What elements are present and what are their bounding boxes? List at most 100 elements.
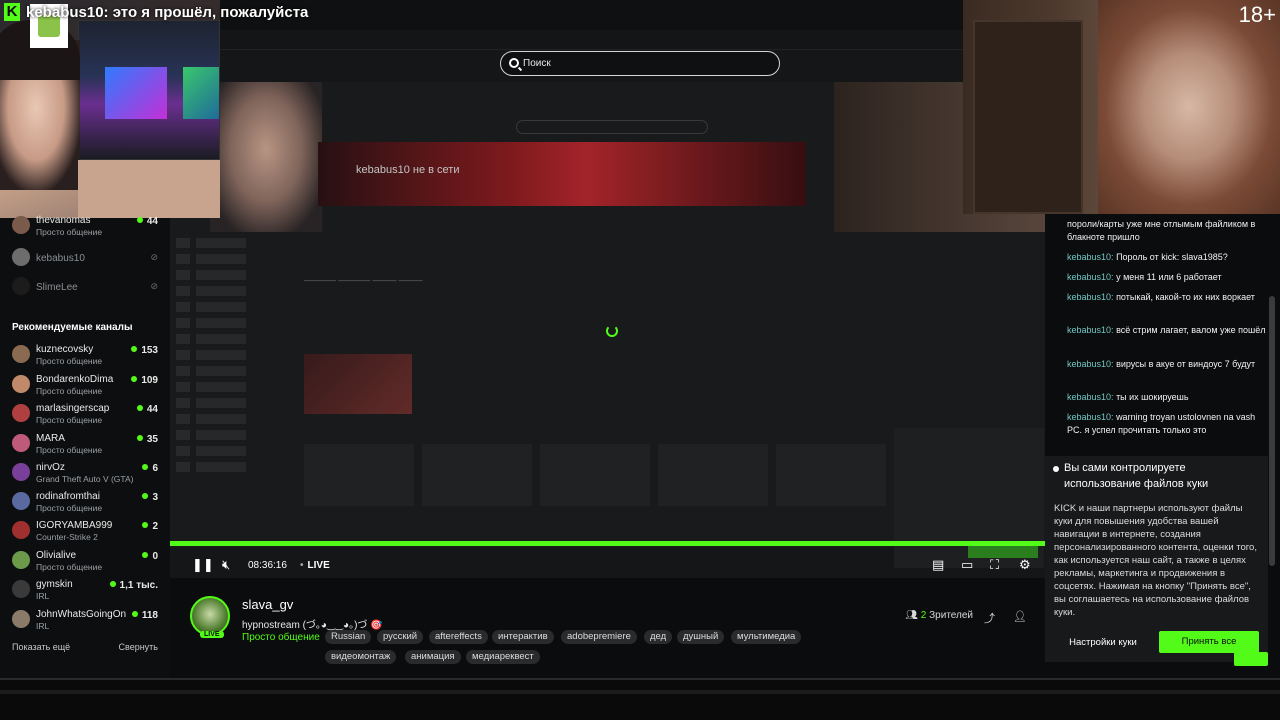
viewer-count: 6 — [142, 463, 158, 474]
tag[interactable]: анимация — [405, 650, 461, 664]
channel-category: Просто общение — [36, 386, 103, 396]
chat-text: Пороль от kick: slava1985? — [1116, 252, 1228, 262]
cookie-title: Вы сами контролируете использование файл… — [1064, 462, 1209, 490]
tag[interactable]: Russian — [325, 630, 372, 644]
sidebar-item-johnwhatsgoingon[interactable]: JohnWhatsGoingOn IRL 118 — [0, 608, 170, 634]
chat-username[interactable]: kebabus10: — [1067, 412, 1114, 422]
embedded-clip-tile — [658, 444, 768, 506]
viewer-count: 3 — [142, 492, 158, 503]
embedded-cookie-panel — [894, 428, 1044, 568]
chat-username[interactable]: kebabus10: — [1067, 325, 1114, 335]
chat-send-button[interactable] — [1234, 652, 1268, 666]
search-placeholder: Поиск — [523, 58, 551, 69]
stream-category-link[interactable]: Просто общение — [242, 632, 320, 643]
channel-category: Просто общение — [36, 445, 103, 455]
tag[interactable]: медиареквест — [466, 650, 540, 664]
cookie-settings-button[interactable]: Настройки куки — [1057, 632, 1149, 654]
embedded-clip-tile — [304, 444, 414, 506]
channel-name: nirvOz — [36, 462, 65, 473]
accept-all-button[interactable]: Принять все — [1159, 631, 1259, 653]
sidebar-item-bondarenkodima[interactable]: BondarenkoDima Просто общение 109 — [0, 373, 170, 399]
tag[interactable]: видеомонтаж — [325, 650, 397, 664]
pause-icon[interactable]: ❚❚ — [192, 558, 214, 572]
live-indicator: LIVE — [300, 559, 330, 573]
mute-icon[interactable]: 🔇︎ — [222, 558, 230, 572]
avatar — [12, 551, 30, 569]
loading-spinner-icon — [606, 325, 618, 337]
offline-icon: ⊘ — [150, 281, 158, 291]
embedded-webcam — [210, 82, 322, 232]
fullscreen-icon[interactable]: ⛶ — [990, 558, 999, 572]
progress-bar[interactable] — [170, 541, 1045, 546]
sidebar-item-nirvoz[interactable]: nirvOz Grand Theft Auto V (GTA) 6 — [0, 461, 170, 487]
sidebar-item-gymskin[interactable]: gymskin IRL 1,1 тыс. — [0, 578, 170, 604]
theater-mode-icon[interactable]: ▭ — [961, 558, 973, 572]
chat-username[interactable]: kebabus10: — [1067, 292, 1114, 302]
avatar — [12, 216, 30, 234]
channel-category: Просто общение — [36, 356, 103, 366]
settings-gear-icon[interactable]: ⚙ — [1019, 558, 1031, 572]
chat-text: пороли/карты уже мне отлымым файликом в … — [1067, 219, 1256, 242]
channel-category: Просто общение — [36, 503, 103, 513]
channel-name: rodinafromthai — [36, 491, 100, 502]
chat-message: kebabus10: потыкай, какой-то их них ворк… — [1067, 291, 1267, 304]
offline-icon: ⊘ — [150, 252, 158, 262]
viewers-number: 2 — [920, 610, 927, 621]
collapse-link[interactable]: Свернуть — [119, 642, 158, 652]
sidebar-item-marlasingerscap[interactable]: marlasingerscap Просто общение 44 — [0, 402, 170, 428]
channel-category: IRL — [36, 591, 50, 601]
channel-name: marlasingerscap — [36, 403, 110, 414]
chat-username[interactable]: kebabus10: — [1067, 392, 1114, 402]
sidebar-item-kuznecovsky[interactable]: kuznecovsky Просто общение 153 — [0, 343, 170, 369]
streamer-avatar[interactable] — [190, 596, 230, 636]
age-badge: 18+ — [1238, 2, 1276, 27]
viewer-count: 1,1 тыс. — [110, 580, 158, 591]
viewer-count: 118 — [132, 610, 158, 621]
channel-category: Просто общение — [36, 562, 103, 572]
sidebar-item-mara[interactable]: MARA Просто общение 35 — [0, 432, 170, 458]
video-player[interactable]: kebabus10 не в сети ———— ———— ——— ——— По… — [170, 50, 1045, 578]
chat-username[interactable]: kebabus10: — [1067, 252, 1114, 262]
sidebar-item-rodinafromthai[interactable]: rodinafromthai Просто общение 3 — [0, 490, 170, 516]
chat-message: kebabus10: всё стрим лагает, валом уже п… — [1067, 324, 1267, 337]
search-input[interactable]: Поиск — [500, 51, 780, 76]
tag[interactable]: мультимедиа — [731, 630, 802, 644]
avatar — [12, 521, 30, 539]
avatar — [12, 345, 30, 363]
tag[interactable]: русский — [377, 630, 424, 644]
live-badge: LIVE — [200, 631, 224, 638]
follow-icon[interactable]: 👤︎ — [1013, 610, 1027, 623]
stream-title: hypnostream (づ｡◕‿‿◕｡)づ 🎯 — [242, 620, 383, 631]
channel-name: IGORYAMBA999 — [36, 520, 113, 531]
streamer-username[interactable]: slava_gv — [242, 597, 293, 612]
chat-scrollbar[interactable] — [1269, 296, 1275, 566]
embedded-clip-tile — [776, 444, 886, 506]
clip-icon[interactable]: ▤ — [932, 558, 944, 572]
embedded-offline-banner: kebabus10 не в сети — [318, 142, 806, 206]
tag[interactable]: adobepremiere — [561, 630, 637, 644]
webcam-right-person — [1098, 0, 1280, 214]
sidebar-item-kebabus10[interactable]: kebabus10 ⊘ — [0, 246, 170, 272]
embedded-sidebar — [176, 232, 284, 532]
viewer-count: 2 — [142, 521, 158, 532]
tag[interactable]: дед — [644, 630, 673, 644]
show-more-link[interactable]: Показать ещё — [12, 642, 70, 652]
viewer-count: 153 — [131, 345, 158, 356]
tag[interactable]: интерактив — [492, 630, 554, 644]
chat-username[interactable]: kebabus10: — [1067, 359, 1114, 369]
chat-message: kebabus10: у меня 11 или 6 работает — [1067, 271, 1267, 284]
chat-message: kebabus10: ты их шокируешь — [1067, 391, 1267, 404]
tag[interactable]: душный — [677, 630, 725, 644]
chat-username[interactable]: kebabus10: — [1067, 272, 1114, 282]
sidebar-item-igoryamba999[interactable]: IGORYAMBA999 Counter-Strike 2 2 — [0, 519, 170, 545]
chat-text: вирусы в акуе от виндоус 7 будут — [1116, 359, 1256, 369]
stream-video-frame: kebabus10 не в сети ———— ———— ——— ——— — [170, 82, 1045, 568]
sidebar-item-thevanomas[interactable]: thevanomas Просто общение 44 — [0, 214, 170, 240]
share-icon[interactable]: ⤴ — [984, 610, 995, 626]
cookie-icon — [1053, 466, 1059, 472]
sidebar-item-olivialive[interactable]: Olivialive Просто общение 0 — [0, 549, 170, 575]
sidebar-item-slimelee[interactable]: SlimeLee ⊘ — [0, 275, 170, 301]
kick-k-icon: K — [4, 3, 20, 21]
tag[interactable]: aftereffects — [429, 630, 488, 644]
embedded-tabs: ———— ———— ——— ——— — [304, 276, 423, 285]
